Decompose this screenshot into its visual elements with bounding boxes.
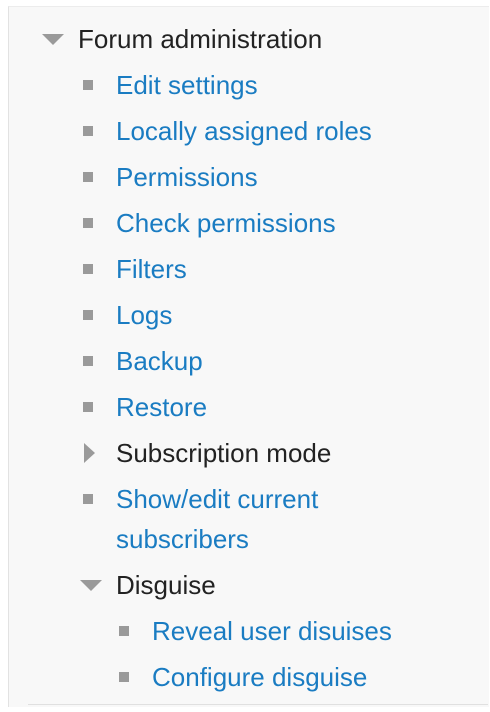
list-item[interactable]: Edit settings bbox=[80, 65, 258, 105]
list-item[interactable]: Permissions bbox=[80, 157, 258, 197]
locally-assigned-roles-link[interactable]: Locally assigned roles bbox=[116, 111, 372, 151]
triangle-down-icon[interactable] bbox=[42, 19, 78, 59]
list-item[interactable]: Configure disguise bbox=[116, 657, 367, 697]
show-edit-subscribers-link[interactable]: Show/edit current subscribers bbox=[116, 479, 318, 559]
list-item[interactable]: Check permissions bbox=[80, 203, 336, 243]
list-item[interactable]: Locally assigned roles bbox=[80, 111, 372, 151]
forum-administration-label[interactable]: Forum administration bbox=[78, 19, 322, 59]
list-item[interactable]: Restore bbox=[80, 387, 207, 427]
list-item[interactable]: Filters bbox=[80, 249, 187, 289]
square-bullet-icon bbox=[80, 65, 116, 105]
restore-link[interactable]: Restore bbox=[116, 387, 207, 427]
list-item[interactable]: Show/edit current subscribers bbox=[80, 479, 318, 559]
square-bullet-icon bbox=[80, 157, 116, 197]
filters-link[interactable]: Filters bbox=[116, 249, 187, 289]
square-bullet-icon bbox=[80, 387, 116, 427]
backup-link[interactable]: Backup bbox=[116, 341, 203, 381]
permissions-link[interactable]: Permissions bbox=[116, 157, 258, 197]
square-bullet-icon bbox=[80, 479, 116, 519]
disguise-node[interactable]: Disguise bbox=[80, 565, 216, 605]
square-bullet-icon bbox=[116, 657, 152, 697]
edit-settings-link[interactable]: Edit settings bbox=[116, 65, 258, 105]
triangle-right-icon[interactable] bbox=[80, 433, 116, 473]
show-edit-subscribers-line2[interactable]: subscribers bbox=[116, 519, 318, 559]
configure-disguise-link[interactable]: Configure disguise bbox=[152, 657, 367, 697]
reveal-user-disguises-link[interactable]: Reveal user disuises bbox=[152, 611, 392, 651]
square-bullet-icon bbox=[80, 203, 116, 243]
divider bbox=[28, 704, 488, 705]
subscription-mode-node[interactable]: Subscription mode bbox=[80, 433, 331, 473]
square-bullet-icon bbox=[80, 295, 116, 335]
list-item[interactable]: Logs bbox=[80, 295, 172, 335]
square-bullet-icon bbox=[80, 111, 116, 151]
check-permissions-link[interactable]: Check permissions bbox=[116, 203, 336, 243]
show-edit-subscribers-line1[interactable]: Show/edit current bbox=[116, 479, 318, 519]
square-bullet-icon bbox=[116, 611, 152, 651]
logs-link[interactable]: Logs bbox=[116, 295, 172, 335]
list-item[interactable]: Backup bbox=[80, 341, 203, 381]
subscription-mode-label[interactable]: Subscription mode bbox=[116, 433, 331, 473]
disguise-label[interactable]: Disguise bbox=[116, 565, 216, 605]
forum-administration-node[interactable]: Forum administration bbox=[42, 19, 322, 59]
triangle-down-icon[interactable] bbox=[80, 565, 116, 605]
square-bullet-icon bbox=[80, 341, 116, 381]
square-bullet-icon bbox=[80, 249, 116, 289]
list-item[interactable]: Reveal user disuises bbox=[116, 611, 392, 651]
